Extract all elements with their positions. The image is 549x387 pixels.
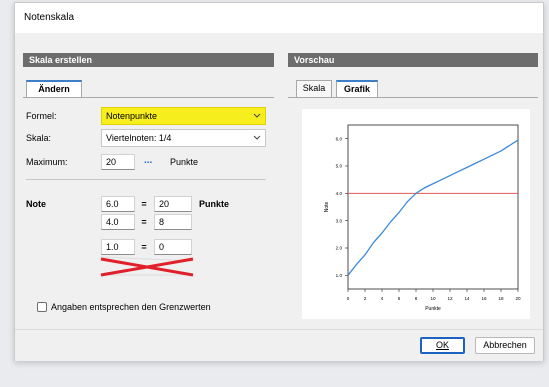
ok-button[interactable]: OK: [420, 337, 465, 354]
note-input-3[interactable]: 1.0: [101, 239, 135, 255]
punkte-header: Punkte: [199, 199, 230, 209]
grenzwerte-label: Angaben entsprechen den Grenzwerten: [51, 302, 211, 312]
punkte-input-3[interactable]: 0: [154, 239, 192, 255]
y-tick-label: 1.0: [336, 273, 343, 278]
note-input-1[interactable]: 6.0: [101, 196, 135, 212]
section-header-skala-erstellen: Skala erstellen: [23, 53, 274, 67]
formel-label: Formel:: [26, 111, 57, 121]
cancel-button-label: Abbrechen: [483, 340, 527, 350]
chart: 0 2 4 6 8 10 12 14 16 18 20 1.0 2.0 3.0 4.0 5.0 6.0 Punkt…: [324, 124, 521, 312]
tab-aendern[interactable]: Ändern: [26, 80, 82, 97]
tab-skala[interactable]: Skala: [296, 80, 332, 97]
window-title: Notenskala: [24, 12, 75, 23]
tab-underline: [288, 97, 538, 98]
chevron-down-icon: [253, 113, 261, 118]
equals-sign: =: [141, 217, 147, 227]
series-line: [347, 139, 519, 276]
maximum-label: Maximum:: [26, 157, 68, 167]
note-input-2[interactable]: 4.0: [101, 214, 135, 230]
x-tick-label: 14: [464, 296, 470, 301]
delete-row-icon[interactable]: [99, 255, 195, 279]
cancel-button[interactable]: Abbrechen: [475, 337, 535, 354]
maximum-unit: Punkte: [170, 157, 199, 167]
x-axis-label: Punkte: [425, 306, 441, 312]
x-tick-label: 8: [415, 296, 418, 301]
divider: [26, 179, 266, 180]
x-tick-label: 4: [381, 296, 384, 301]
x-tick-label: 2: [364, 296, 367, 301]
x-tick-label: 20: [515, 296, 521, 301]
maximum-input[interactable]: 20: [101, 154, 135, 170]
ok-button-label: OK: [435, 340, 449, 350]
grenzwerte-checkbox[interactable]: [37, 302, 47, 312]
button-bar: OK Abbrechen: [15, 329, 543, 361]
punkte-input-2[interactable]: 8: [154, 214, 192, 230]
note-header: Note: [26, 199, 46, 209]
equals-sign: =: [141, 242, 147, 252]
formel-value: Notenpunkte: [106, 111, 158, 121]
skala-value: Viertelnoten: 1/4: [106, 133, 172, 143]
notenskala-dialog: Notenskala Skala erstellen Ändern Formel…: [14, 2, 544, 361]
formel-select[interactable]: Notenpunkte: [101, 107, 266, 125]
title-bar: Notenskala: [15, 3, 543, 33]
x-tick-label: 18: [498, 296, 504, 301]
y-tick-label: 2.0: [336, 246, 343, 251]
y-tick-label: 3.0: [336, 218, 343, 223]
section-header-vorschau: Vorschau: [288, 53, 538, 67]
y-tick-label: 5.0: [336, 164, 343, 169]
skala-select[interactable]: Viertelnoten: 1/4: [101, 129, 266, 147]
y-axis-label: Note: [324, 202, 330, 213]
equals-sign: =: [141, 199, 147, 209]
plot-area: [347, 124, 519, 290]
y-tick-label: 6.0: [336, 136, 343, 141]
x-tick-label: 6: [398, 296, 401, 301]
skala-label: Skala:: [26, 133, 52, 143]
maximum-dots-button[interactable]: ...: [144, 155, 152, 166]
x-tick-label: 10: [430, 296, 436, 301]
chevron-down-icon: [253, 135, 261, 140]
x-tick-label: 16: [481, 296, 487, 301]
tab-underline: [23, 97, 274, 98]
punkte-input-1[interactable]: 20: [154, 196, 192, 212]
x-tick-label: 0: [347, 296, 350, 301]
chart-panel: 0 2 4 6 8 10 12 14 16 18 20 1.0 2.0 3.0 4.0 5.0 6.0 Punkt…: [302, 109, 530, 319]
tab-grafik[interactable]: Grafik: [336, 80, 378, 97]
y-tick-label: 4.0: [336, 191, 343, 196]
x-tick-label: 12: [447, 296, 453, 301]
